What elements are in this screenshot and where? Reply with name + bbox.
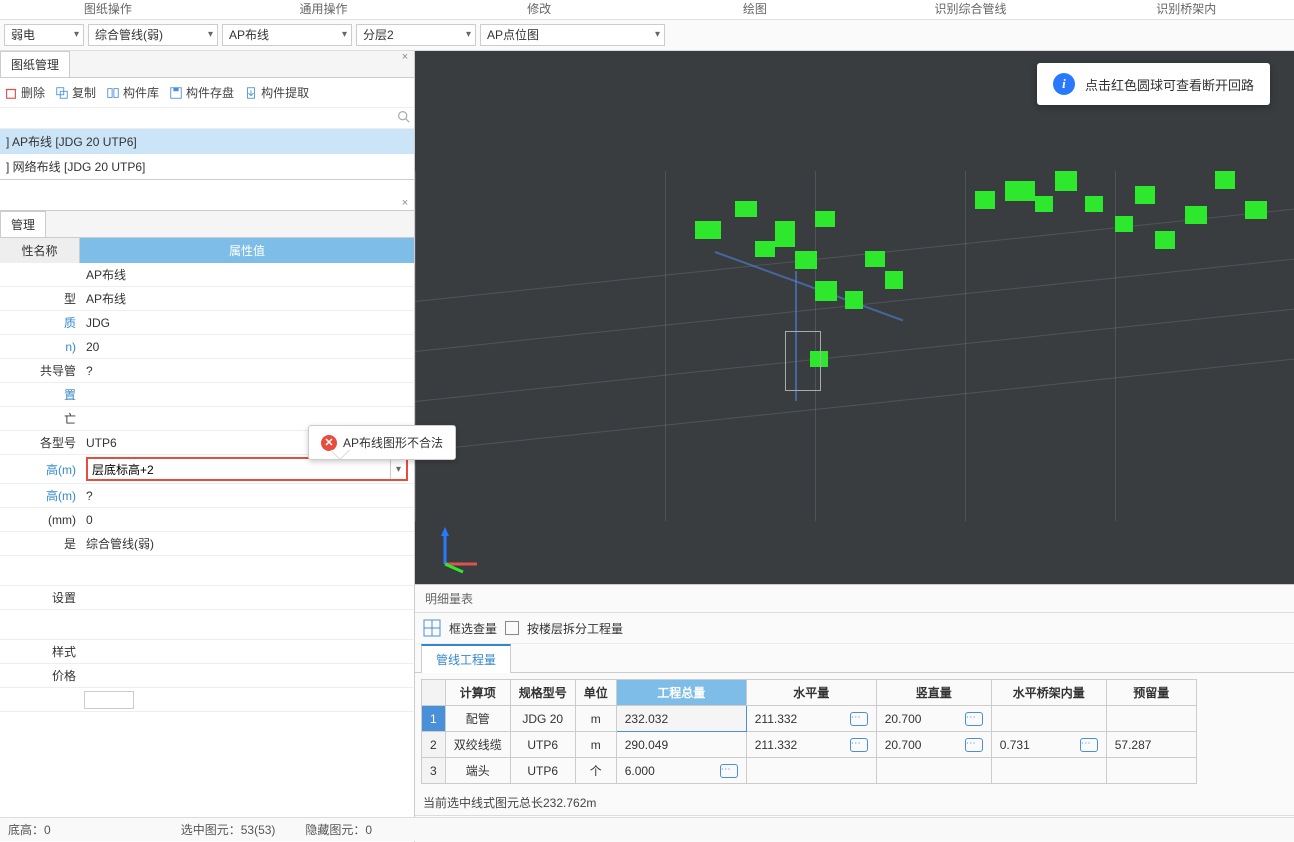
ribbon-tab[interactable]: 识别综合管线 xyxy=(863,0,1079,19)
ribbon-tab[interactable]: 绘图 xyxy=(647,0,863,19)
tab-drawing-manage[interactable]: 图纸管理 xyxy=(0,51,70,77)
box-select-button[interactable]: 框选查量 xyxy=(449,620,497,637)
col-spec[interactable]: 规格型号 xyxy=(510,680,575,706)
tab-pipeline-quantity[interactable]: 管线工程量 xyxy=(421,644,511,673)
prop-value[interactable]: AP布线 xyxy=(80,288,414,309)
more-icon[interactable]: ⋯ xyxy=(720,764,738,778)
prop-value[interactable]: JDG xyxy=(80,314,414,332)
ribbon-tab[interactable]: 图纸操作 xyxy=(0,0,216,19)
footer-status: 底高：0 选中图元：53(53) 隐藏图元：0 xyxy=(0,817,1294,841)
delete-button[interactable]: 删除 xyxy=(4,84,45,101)
selected-cell[interactable]: 232.032 xyxy=(616,706,746,732)
prop-value[interactable]: AP布线 xyxy=(80,264,414,285)
prop-name: n) xyxy=(0,338,80,356)
ribbon-tab[interactable]: 识别桥架内 xyxy=(1078,0,1294,19)
prop-value[interactable]: ? xyxy=(80,362,414,380)
col-calc-item[interactable]: 计算项 xyxy=(445,680,510,706)
3d-viewport[interactable]: i 点击红色圆球可查看断开回路 xyxy=(415,51,1294,584)
empty-edit-box[interactable] xyxy=(84,691,134,709)
filter-bar: 弱电 综合管线(弱) AP布线 分层2 AP点位图 xyxy=(0,20,1294,51)
prop-name xyxy=(0,273,80,277)
table-row[interactable]: 3 端头 UTP6 个 6.000⋯ xyxy=(422,758,1197,784)
filter-component[interactable]: AP布线 xyxy=(222,24,352,46)
filter-discipline[interactable]: 弱电 xyxy=(4,24,84,46)
prop-value[interactable]: 0 xyxy=(80,511,414,529)
property-header: 性名称 属性值 xyxy=(0,238,414,263)
copy-button[interactable]: 复制 xyxy=(55,84,96,101)
prop-value[interactable] xyxy=(80,596,414,600)
prop-name: 价格 xyxy=(0,665,80,686)
table-row[interactable]: 2 双绞线缆 UTP6 m 290.049 211.332⋯ 20.700⋯ 0… xyxy=(422,732,1197,758)
filter-floor[interactable]: 分层2 xyxy=(356,24,476,46)
component-lib-button[interactable]: 构件库 xyxy=(106,84,159,101)
prop-name: 共导管 xyxy=(0,360,80,381)
prop-value[interactable] xyxy=(80,393,414,397)
prop-value[interactable]: 20 xyxy=(80,338,414,356)
grid-icon[interactable] xyxy=(423,619,441,637)
close-icon[interactable]: × xyxy=(398,197,412,211)
prop-name-end-elev: 高(m) xyxy=(0,485,80,506)
prop-value[interactable] xyxy=(80,674,414,678)
prop-name: 亡 xyxy=(0,408,80,429)
col-horizontal[interactable]: 水平量 xyxy=(746,680,876,706)
viewport-hint: i 点击红色圆球可查看断开回路 xyxy=(1037,63,1270,105)
prop-name: 各型号 xyxy=(0,432,80,453)
tooltip-text: AP布线图形不合法 xyxy=(343,434,443,451)
prop-name: 是 xyxy=(0,533,80,554)
more-icon[interactable]: ⋯ xyxy=(965,738,983,752)
chevron-down-icon[interactable]: ▾ xyxy=(390,459,406,479)
filter-drawing[interactable]: AP点位图 xyxy=(480,24,665,46)
selection-length-status: 当前选中线式图元总长232.762m xyxy=(415,790,1294,815)
more-icon[interactable]: ⋯ xyxy=(850,738,868,752)
col-bridge[interactable]: 水平桥架内量 xyxy=(991,680,1106,706)
col-vertical[interactable]: 竖直量 xyxy=(876,680,991,706)
search-icon xyxy=(397,110,410,123)
split-floor-label: 按楼层拆分工程量 xyxy=(527,620,623,637)
search-input[interactable] xyxy=(0,108,414,129)
tab-property-manage[interactable]: 管理 xyxy=(0,211,46,237)
col-reserve[interactable]: 预留量 xyxy=(1106,680,1196,706)
col-unit[interactable]: 单位 xyxy=(575,680,616,706)
header-name: 性名称 xyxy=(0,238,80,263)
prop-value[interactable]: ? xyxy=(80,487,414,505)
prop-name: 型 xyxy=(0,288,80,309)
list-item[interactable]: ] AP布线 [JDG 20 UTP6] xyxy=(0,129,414,154)
more-icon[interactable]: ⋯ xyxy=(965,712,983,726)
elevation-input[interactable]: ▾ xyxy=(86,457,408,481)
property-rows: AP布线 型AP布线 质JDG n)20 共导管? 置 亡 各型号UTP6 高(… xyxy=(0,263,414,712)
prop-value[interactable]: 综合管线(弱) xyxy=(80,533,414,554)
axis-gizmo xyxy=(435,524,485,574)
filter-pipeline[interactable]: 综合管线(弱) xyxy=(88,24,218,46)
info-icon: i xyxy=(1053,73,1075,95)
ribbon-tab[interactable]: 修改 xyxy=(431,0,647,19)
component-toolbar: 删除 复制 构件库 构件存盘 构件提取 xyxy=(0,78,414,108)
split-floor-checkbox[interactable] xyxy=(505,621,519,635)
prop-name-start-elev: 高(m) xyxy=(0,459,80,480)
component-save-button[interactable]: 构件存盘 xyxy=(169,84,234,101)
prop-name: (mm) xyxy=(0,511,80,529)
quantity-table: 计算项 规格型号 单位 工程总量 水平量 竖直量 水平桥架内量 预留量 1 配管 xyxy=(421,679,1197,784)
prop-name: 样式 xyxy=(0,641,80,662)
col-total[interactable]: 工程总量 xyxy=(616,680,746,706)
prop-name: 质 xyxy=(0,312,80,333)
table-row[interactable]: 1 配管 JDG 20 m 232.032 211.332⋯ 20.700⋯ xyxy=(422,706,1197,732)
header-value[interactable]: 属性值 xyxy=(80,238,414,263)
ribbon-tabs: 图纸操作 通用操作 修改 绘图 识别综合管线 识别桥架内 xyxy=(0,0,1294,20)
prop-value[interactable] xyxy=(80,417,414,421)
more-icon[interactable]: ⋯ xyxy=(850,712,868,726)
component-list: ] AP布线 [JDG 20 UTP6] ] 网络布线 [JDG 20 UTP6… xyxy=(0,129,414,180)
component-extract-button[interactable]: 构件提取 xyxy=(244,84,309,101)
error-icon: ✕ xyxy=(321,435,337,451)
error-tooltip: ✕ AP布线图形不合法 xyxy=(308,425,456,460)
corner-cell[interactable] xyxy=(422,680,446,706)
prop-name: 设置 xyxy=(0,587,80,608)
hint-text: 点击红色圆球可查看断开回路 xyxy=(1085,75,1254,94)
prop-value[interactable] xyxy=(80,650,414,654)
detail-title: 明细量表 xyxy=(415,585,1294,613)
prop-name: 置 xyxy=(0,384,80,405)
list-item[interactable]: ] 网络布线 [JDG 20 UTP6] xyxy=(0,154,414,179)
more-icon[interactable]: ⋯ xyxy=(1080,738,1098,752)
ribbon-tab[interactable]: 通用操作 xyxy=(216,0,432,19)
close-icon[interactable]: × xyxy=(398,51,412,65)
